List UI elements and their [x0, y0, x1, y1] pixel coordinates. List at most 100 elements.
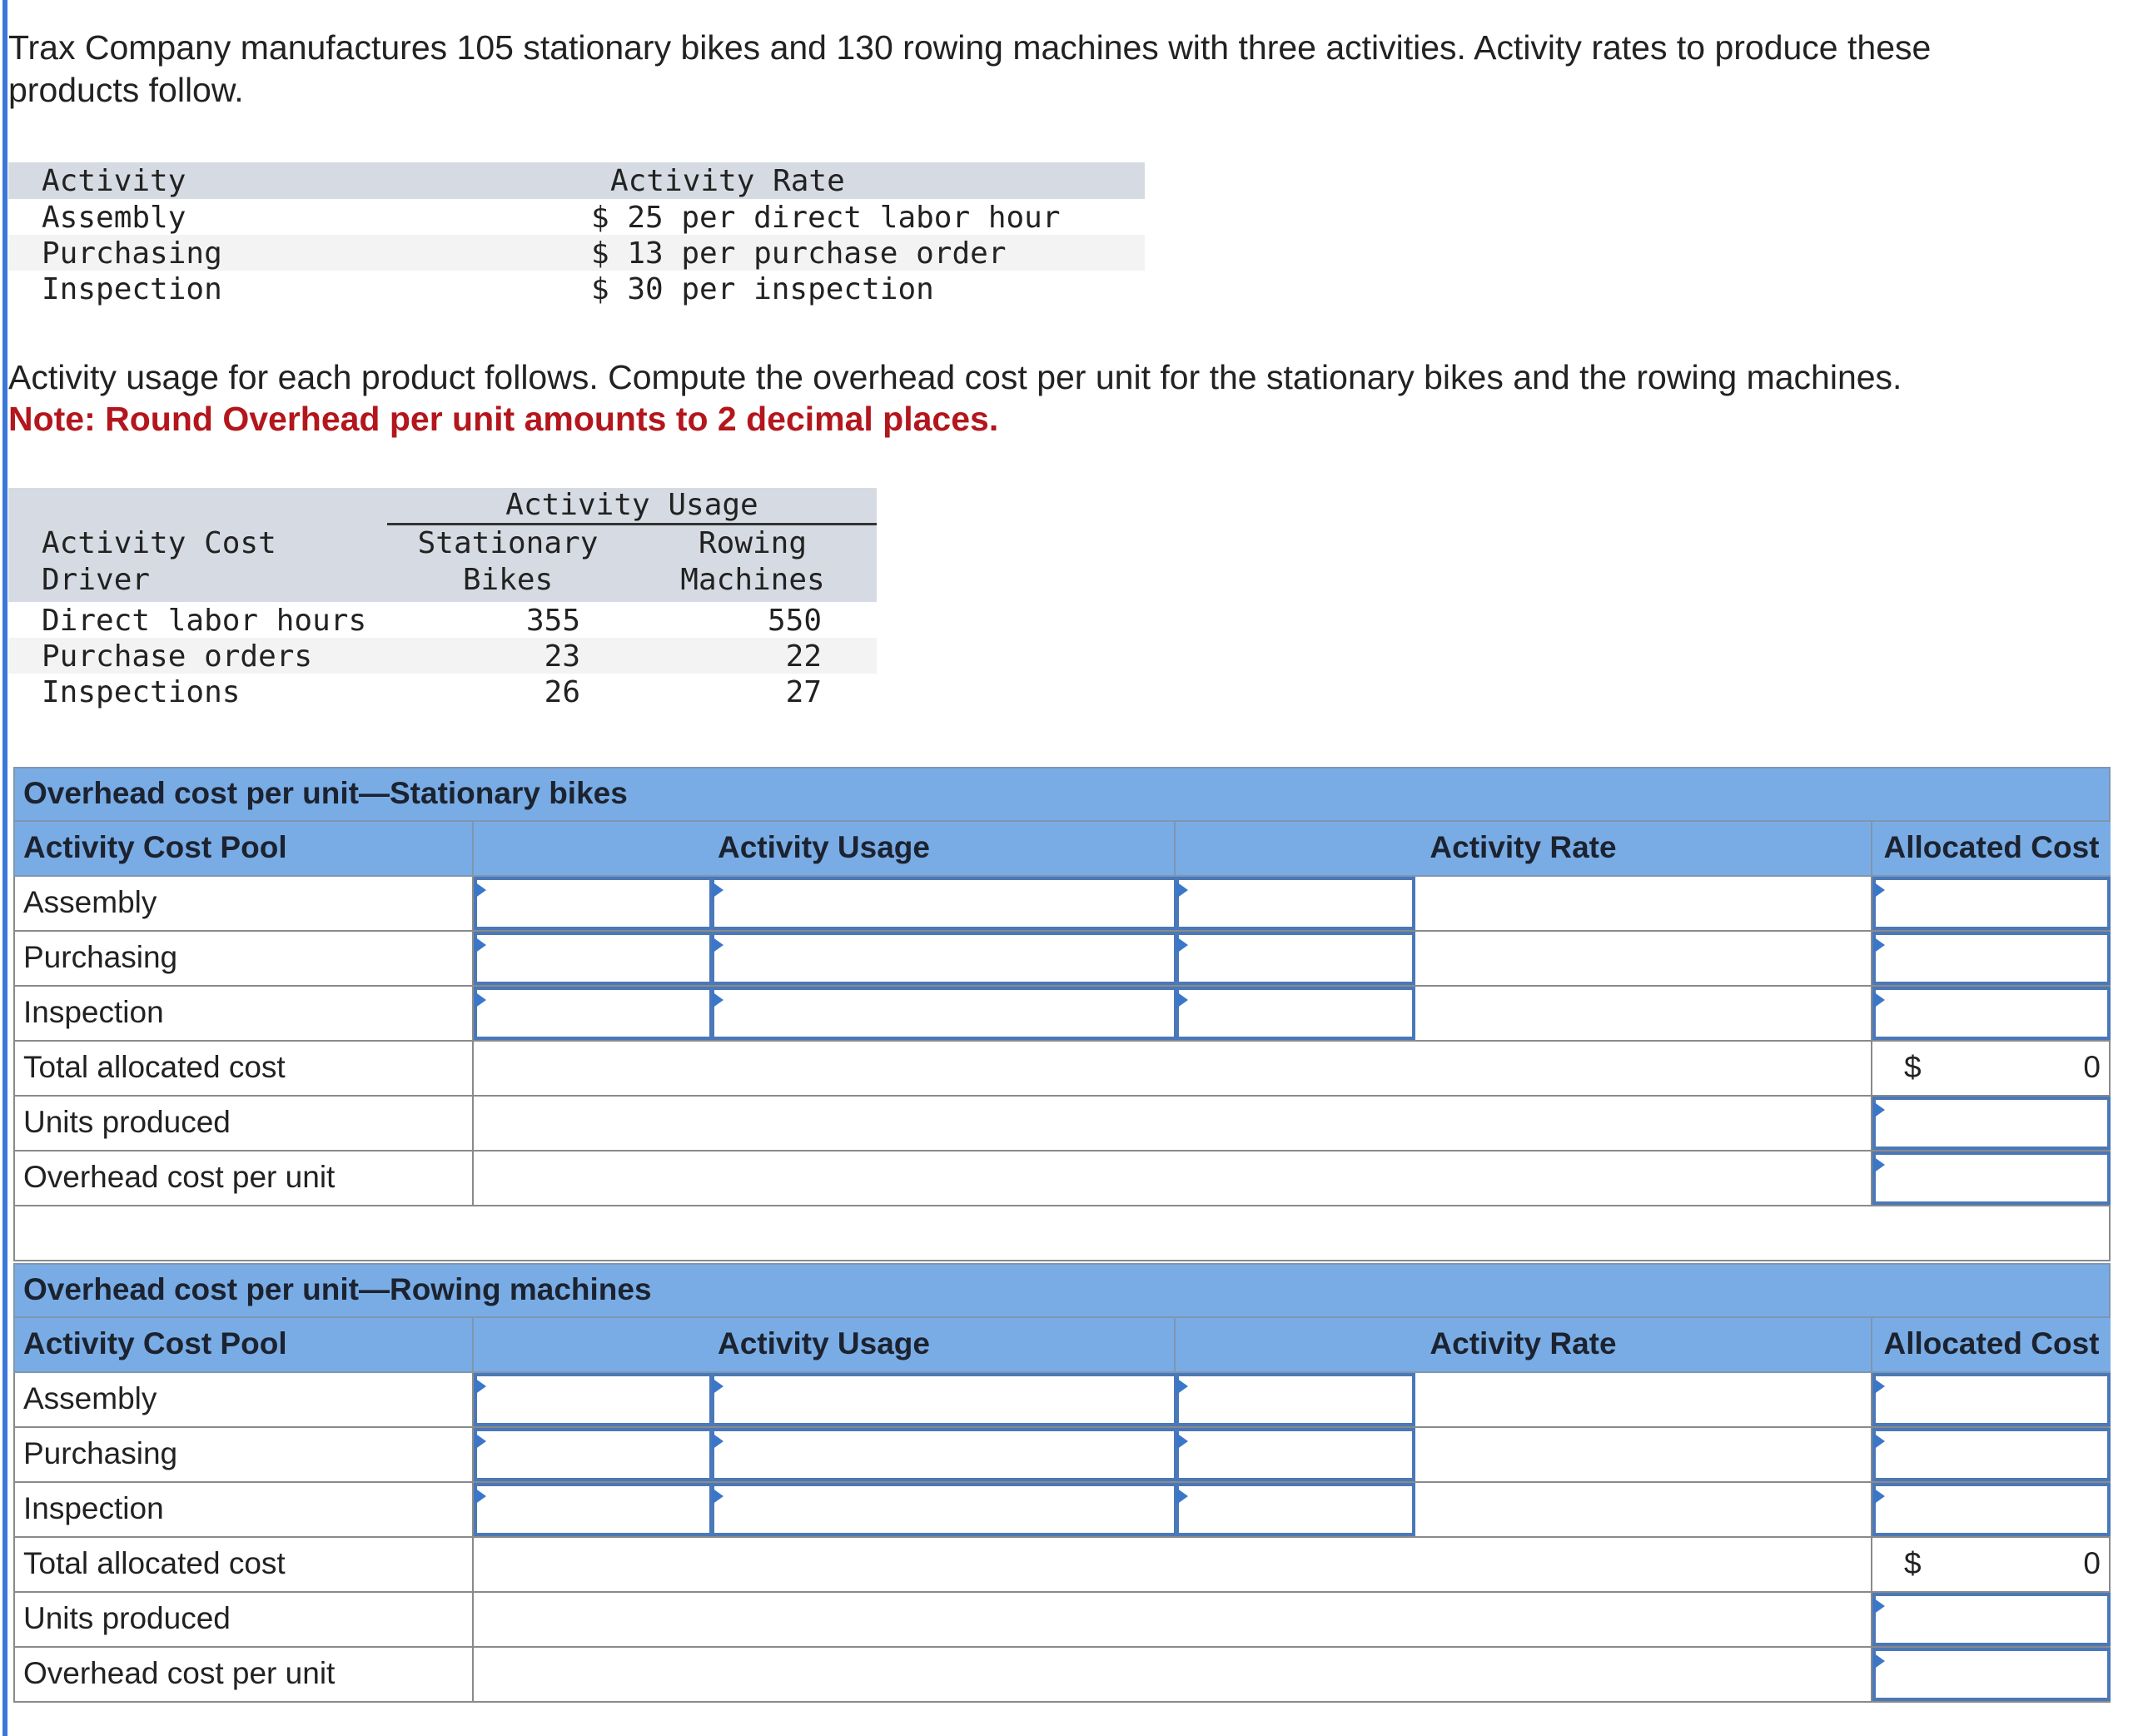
allocated-cost-input[interactable]: [1872, 932, 2111, 985]
rate-amount-cell: [1415, 1428, 1872, 1481]
usage-group-header: Activity Usage: [387, 488, 877, 525]
usage-driver: Purchase orders: [42, 639, 313, 674]
rate-driver-select[interactable]: [1176, 1373, 1415, 1426]
table-row: Inspection: [13, 987, 2111, 1042]
rate-value: $ 25 per direct labor hour: [591, 201, 1061, 235]
usage-bikes: 23: [544, 639, 580, 674]
allocated-cost-input[interactable]: [1872, 1483, 2111, 1536]
rate-driver-select[interactable]: [1176, 932, 1415, 985]
rate-amount-cell: [1415, 1483, 1872, 1536]
total-allocated-cost: $ 0: [1872, 1538, 2111, 1591]
usage-table-header: Activity Usage Activity Cost Driver Stat…: [8, 488, 877, 602]
usage-row: Purchase orders 23 22: [8, 638, 877, 674]
overhead-table-rowing-machines: Overhead cost per unit—Rowing machines A…: [13, 1263, 2111, 1703]
rate-amount-cell: [1415, 877, 1872, 930]
usage-amount-input[interactable]: [711, 1483, 1177, 1536]
header-activity-cost-pool: Activity Cost Pool: [13, 1318, 474, 1371]
rate-driver-select[interactable]: [1176, 1428, 1415, 1481]
usage-amount-input[interactable]: [711, 1373, 1177, 1426]
table-title: Overhead cost per unit—Stationary bikes: [13, 767, 2111, 822]
usage-driver-select[interactable]: [474, 1483, 713, 1536]
rate-amount-cell: [1415, 1373, 1872, 1426]
rate-activity: Inspection: [42, 272, 222, 306]
rate-header-rate: Activity Rate: [610, 164, 845, 198]
allocated-cost-input[interactable]: [1872, 987, 2111, 1040]
blank-cell: [474, 1593, 1872, 1646]
rate-value: $ 30 per inspection: [591, 272, 934, 306]
overhead-per-unit-input[interactable]: [1872, 1152, 2111, 1205]
usage-header-driver: Activity Cost Driver: [42, 526, 276, 597]
rate-amount-cell: [1415, 932, 1872, 985]
total-row: Total allocated cost $ 0: [13, 1042, 2111, 1097]
rate-driver-select[interactable]: [1176, 1483, 1415, 1536]
total-row: Total allocated cost $ 0: [13, 1538, 2111, 1593]
rate-driver-select[interactable]: [1176, 877, 1415, 930]
usage-row: Inspections 26 27: [8, 674, 877, 709]
rate-activity: Purchasing: [42, 236, 222, 271]
per-unit-row: Overhead cost per unit: [13, 1152, 2111, 1206]
usage-amount-input[interactable]: [711, 932, 1177, 985]
usage-driver-select[interactable]: [474, 1373, 713, 1426]
rate-amount-cell: [1415, 987, 1872, 1040]
table-row: Assembly: [13, 1373, 2111, 1428]
units-produced-input[interactable]: [1872, 1097, 2111, 1150]
table-spacer: [13, 1206, 2111, 1261]
blank-cell: [474, 1152, 1872, 1205]
total-label: Total allocated cost: [13, 1538, 474, 1591]
total-label: Total allocated cost: [13, 1042, 474, 1095]
row-label: Assembly: [13, 1373, 474, 1426]
activity-usage-table: Activity Usage Activity Cost Driver Stat…: [8, 488, 877, 709]
usage-row: Direct labor hours 355 550: [8, 602, 877, 638]
usage-rowing: 22: [785, 639, 822, 674]
row-label: Purchasing: [13, 932, 474, 985]
table-header-row: Activity Cost Pool Activity Usage Activi…: [13, 1318, 2111, 1373]
table-row: Purchasing: [13, 932, 2111, 987]
header-allocated-cost: Allocated Cost: [1883, 830, 2100, 864]
allocated-cost-input[interactable]: [1872, 1428, 2111, 1481]
usage-driver-select[interactable]: [474, 877, 713, 930]
table-title-text: Overhead cost per unit—Stationary bikes: [23, 776, 628, 810]
usage-instructions: Activity usage for each product follows.…: [8, 358, 1902, 396]
allocated-cost-input[interactable]: [1872, 877, 2111, 930]
rate-row: Inspection $ 30 per inspection: [8, 271, 1145, 306]
table-row: Purchasing: [13, 1428, 2111, 1483]
row-label: Inspection: [13, 987, 474, 1040]
rate-activity: Assembly: [42, 201, 186, 235]
total-value: 0: [2083, 1050, 2101, 1084]
units-label: Units produced: [13, 1593, 474, 1646]
usage-driver-select[interactable]: [474, 932, 713, 985]
usage-amount-input[interactable]: [711, 877, 1177, 930]
rate-driver-select[interactable]: [1176, 987, 1415, 1040]
rate-row: Assembly $ 25 per direct labor hour: [8, 199, 1145, 235]
overhead-table-stationary-bikes: Overhead cost per unit—Stationary bikes …: [13, 767, 2111, 1261]
units-produced-input[interactable]: [1872, 1593, 2111, 1646]
total-allocated-cost: $ 0: [1872, 1042, 2111, 1095]
intro-line-1: Trax Company manufactures 105 stationary…: [8, 28, 1932, 67]
units-label: Units produced: [13, 1097, 474, 1150]
overhead-per-unit-input[interactable]: [1872, 1648, 2111, 1701]
usage-driver-select[interactable]: [474, 1428, 713, 1481]
usage-driver-select[interactable]: [474, 987, 713, 1040]
units-row: Units produced: [13, 1593, 2111, 1648]
blank-cell: [474, 1042, 1872, 1095]
usage-driver: Inspections: [42, 675, 241, 709]
usage-amount-input[interactable]: [711, 1428, 1177, 1481]
header-activity-usage: Activity Usage: [474, 1318, 1176, 1371]
table-title-text: Overhead cost per unit—Rowing machines: [23, 1272, 652, 1306]
usage-bikes: 355: [525, 604, 580, 638]
usage-amount-input[interactable]: [711, 987, 1177, 1040]
usage-rowing: 550: [767, 604, 822, 638]
total-value: 0: [2083, 1546, 2101, 1580]
table-row: Inspection: [13, 1483, 2111, 1538]
blank-cell: [474, 1648, 1872, 1701]
per-unit-label: Overhead cost per unit: [13, 1648, 474, 1701]
header-activity-usage: Activity Usage: [474, 822, 1176, 875]
table-title: Overhead cost per unit—Rowing machines: [13, 1263, 2111, 1318]
header-activity-cost-pool: Activity Cost Pool: [13, 822, 474, 875]
units-row: Units produced: [13, 1097, 2111, 1152]
rate-value: $ 13 per purchase order: [591, 236, 1007, 271]
allocated-cost-input[interactable]: [1872, 1373, 2111, 1426]
usage-bikes: 26: [544, 675, 580, 709]
per-unit-row: Overhead cost per unit: [13, 1648, 2111, 1703]
rounding-note: Note: Round Overhead per unit amounts to…: [8, 400, 999, 438]
